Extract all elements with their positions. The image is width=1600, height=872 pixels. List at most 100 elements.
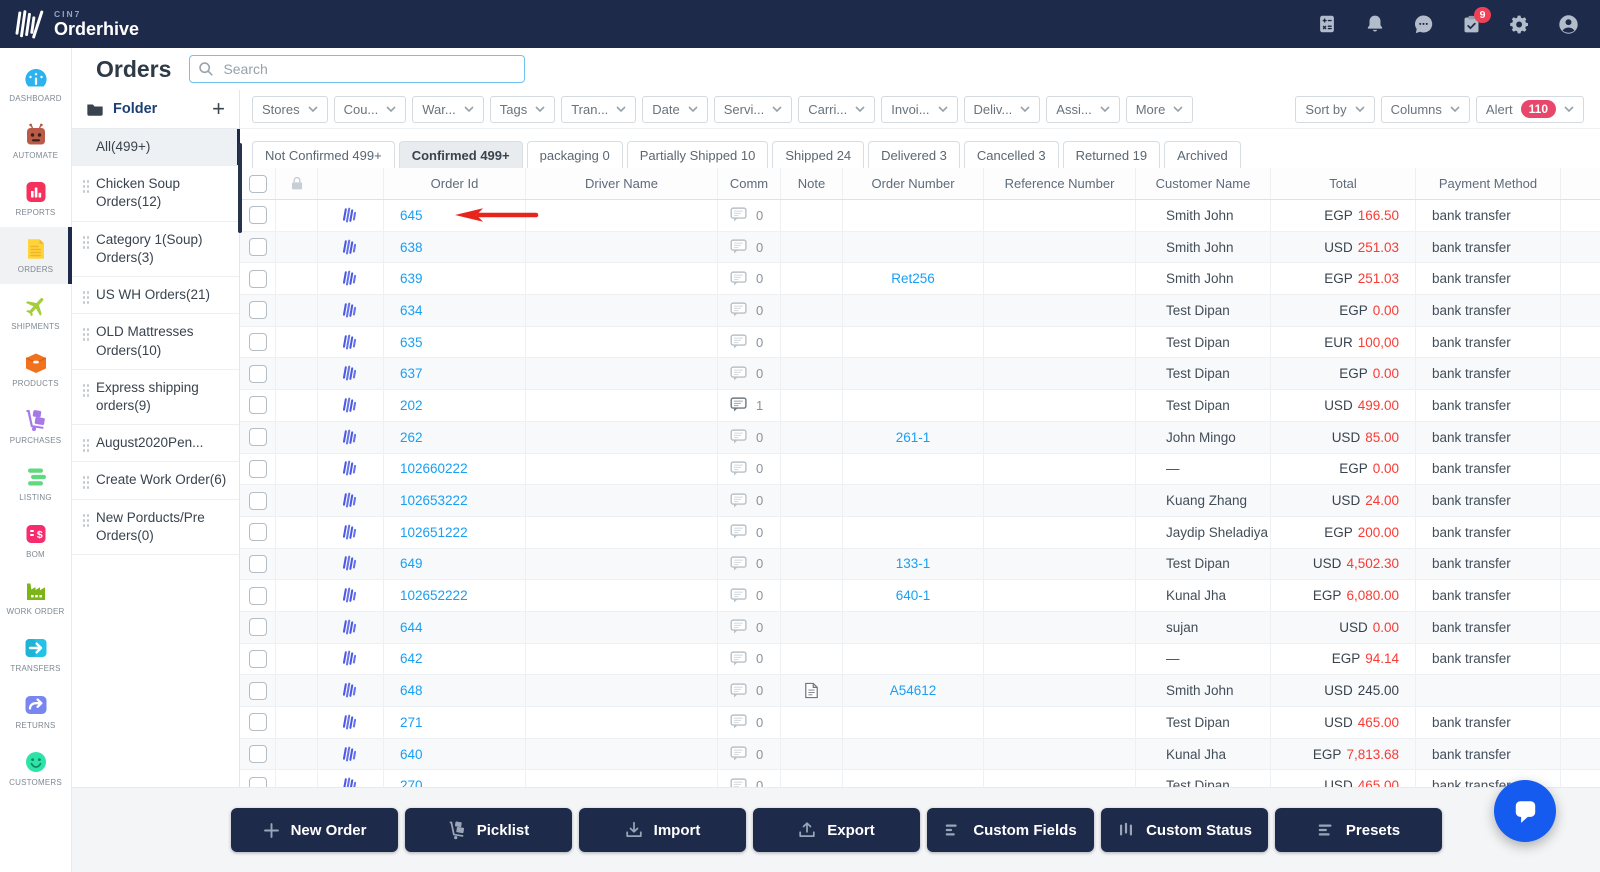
filter-invoi[interactable]: Invoi... — [881, 95, 958, 123]
drag-handle-icon[interactable] — [82, 327, 89, 343]
sidebar-item-transfers[interactable]: TRANSFERS — [0, 626, 71, 683]
new-order-button[interactable]: New Order — [230, 808, 398, 852]
custom-fields-button[interactable]: Custom Fields — [926, 808, 1094, 852]
comments-cell[interactable]: 0 — [718, 358, 781, 390]
drag-handle-icon[interactable] — [82, 179, 89, 195]
comments-cell[interactable]: 0 — [718, 231, 781, 263]
sidebar-item-work-order[interactable]: WORK ORDER — [0, 569, 71, 626]
column-header-payment-method[interactable]: Payment Method — [1416, 168, 1561, 199]
messages-icon[interactable] — [1412, 13, 1435, 36]
tab-delivered-3[interactable]: Delivered 3 — [868, 141, 960, 169]
row-checkbox[interactable] — [248, 713, 267, 732]
sidebar-item-purchases[interactable]: PURCHASES — [0, 398, 71, 455]
order-id-link[interactable]: 634 — [400, 303, 423, 318]
comments-cell[interactable]: 0 — [718, 295, 781, 326]
order-id-link[interactable]: 271 — [400, 715, 423, 730]
order-id-link[interactable]: 102651222 — [400, 525, 468, 540]
order-id-link[interactable]: 648 — [400, 683, 423, 698]
bell-icon[interactable] — [1364, 13, 1386, 35]
comments-cell[interactable]: 1 — [718, 390, 781, 421]
comments-cell[interactable]: 0 — [718, 770, 781, 788]
filter-war[interactable]: War... — [412, 95, 484, 123]
order-id-link[interactable]: 644 — [400, 620, 423, 635]
order-number-link[interactable]: 640-1 — [896, 588, 931, 603]
row-checkbox[interactable] — [248, 238, 267, 257]
row-checkbox[interactable] — [248, 364, 267, 383]
order-id-link[interactable]: 649 — [400, 556, 423, 571]
tab-packaging-0[interactable]: packaging 0 — [526, 141, 623, 169]
sidebar-item-shipments[interactable]: SHIPMENTS — [0, 284, 71, 341]
order-id-link[interactable]: 102652222 — [400, 588, 468, 603]
filter-tags[interactable]: Tags — [489, 95, 556, 123]
sidebar-item-returns[interactable]: RETURNS — [0, 683, 71, 740]
order-number-link[interactable]: 261-1 — [896, 430, 931, 445]
tab-shipped-24[interactable]: Shipped 24 — [772, 141, 865, 169]
order-id-link[interactable]: 635 — [400, 335, 423, 350]
tab-confirmed-499[interactable]: Confirmed 499+ — [398, 141, 523, 169]
search-input[interactable] — [221, 60, 517, 78]
picklist-button[interactable]: Picklist — [404, 808, 572, 852]
row-checkbox[interactable] — [248, 649, 267, 668]
comments-cell[interactable]: 0 — [718, 580, 781, 611]
filter-tran[interactable]: Tran... — [561, 95, 637, 123]
comments-cell[interactable]: 0 — [718, 707, 781, 738]
row-checkbox[interactable] — [248, 776, 267, 788]
order-id-link[interactable]: 639 — [400, 271, 423, 286]
drag-handle-icon[interactable] — [82, 512, 89, 528]
filter-more[interactable]: More — [1125, 95, 1194, 123]
comments-cell[interactable]: 0 — [718, 485, 781, 516]
tab-returned-19[interactable]: Returned 19 — [1062, 141, 1161, 169]
folder-item-chicken-soup-orders-12[interactable]: Chicken Soup Orders(12) — [72, 166, 239, 222]
import-button[interactable]: Import — [578, 808, 746, 852]
row-checkbox[interactable] — [248, 554, 267, 573]
tasks-icon[interactable]: 9 — [1461, 6, 1491, 35]
calculator-icon[interactable] — [1316, 13, 1338, 35]
filter-deliv[interactable]: Deliv... — [963, 95, 1041, 123]
filter-sort-by[interactable]: Sort by — [1295, 95, 1375, 123]
note-icon[interactable] — [804, 682, 819, 699]
comments-cell[interactable]: 0 — [718, 421, 781, 453]
order-id-link[interactable]: 645 — [400, 208, 423, 223]
row-checkbox[interactable] — [248, 333, 267, 352]
folder-item-august2020pen[interactable]: August2020Pen... — [72, 425, 239, 463]
column-header-reference-number[interactable]: Reference Number — [984, 168, 1136, 199]
add-folder-button[interactable]: + — [212, 98, 225, 120]
order-number-link[interactable]: A54612 — [890, 683, 937, 698]
comments-cell[interactable]: 0 — [718, 516, 781, 548]
order-number-link[interactable]: 133-1 — [896, 556, 931, 571]
row-checkbox[interactable] — [248, 681, 267, 700]
filter-assi[interactable]: Assi... — [1046, 95, 1120, 123]
drag-handle-icon[interactable] — [82, 475, 89, 491]
filter-alert[interactable]: Alert 110 — [1475, 95, 1584, 123]
orderhive-logo[interactable]: CIN7 Orderhive — [12, 8, 139, 41]
row-checkbox[interactable] — [248, 396, 267, 415]
custom-status-button[interactable]: Custom Status — [1100, 808, 1268, 852]
order-id-link[interactable]: 270 — [400, 778, 423, 788]
filter-stores[interactable]: Stores — [252, 95, 328, 123]
filter-servi[interactable]: Servi... — [713, 95, 793, 123]
comments-cell[interactable]: 0 — [718, 326, 781, 358]
tab-cancelled-3[interactable]: Cancelled 3 — [963, 141, 1059, 169]
tab-not-confirmed-499[interactable]: Not Confirmed 499+ — [252, 141, 395, 169]
drag-handle-icon[interactable] — [82, 382, 89, 398]
drag-handle-icon[interactable] — [82, 438, 89, 454]
order-id-link[interactable]: 637 — [400, 366, 423, 381]
order-id-link[interactable]: 102653222 — [400, 493, 468, 508]
sidebar-item-orders[interactable]: ORDERS — [0, 227, 72, 284]
chat-launcher[interactable] — [1494, 780, 1556, 842]
folder-item-express-shipping-orders-9[interactable]: Express shipping orders(9) — [72, 370, 239, 426]
folder-item-create-work-order-6[interactable]: Create Work Order(6) — [72, 462, 239, 500]
drag-handle-icon[interactable] — [82, 290, 89, 306]
sidebar-item-listing[interactable]: LISTING — [0, 455, 71, 512]
comments-cell[interactable]: 0 — [718, 200, 781, 231]
comments-cell[interactable]: 0 — [718, 548, 781, 580]
filter-columns[interactable]: Columns — [1380, 95, 1470, 123]
column-header-comments[interactable]: Comm — [718, 168, 781, 199]
row-checkbox[interactable] — [248, 745, 267, 764]
folder-item-category-1-soup-orders-3[interactable]: Category 1(Soup) Orders(3) — [72, 222, 239, 278]
column-header-note[interactable]: Note — [781, 168, 843, 199]
settings-icon[interactable] — [1508, 13, 1531, 36]
order-id-link[interactable]: 262 — [400, 430, 423, 445]
sidebar-item-bom[interactable]: $ BOM — [0, 512, 71, 569]
column-header-customer-name[interactable]: Customer Name — [1136, 168, 1271, 199]
